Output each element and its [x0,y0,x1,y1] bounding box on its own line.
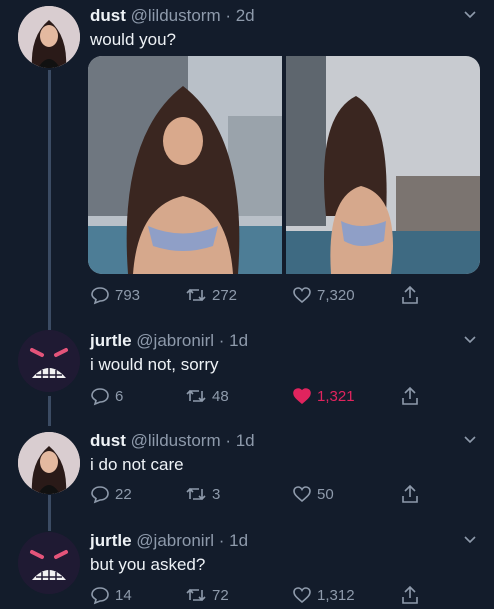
tweet-text: would you? [90,30,177,49]
reply-button[interactable]: 6 [90,386,123,406]
reply-button[interactable]: 22 [90,484,132,504]
reply-count: 6 [115,387,124,405]
like-button[interactable]: 50 [292,484,334,504]
heart-icon [293,587,311,604]
tweet[interactable]: dust @lildustorm · 2d would you? 793 272… [0,0,494,320]
like-count: 1,312 [317,586,355,604]
share-icon [402,484,418,503]
share-button[interactable] [400,484,420,504]
reply-count: 793 [115,286,141,304]
like-count: 50 [317,485,334,503]
avatar[interactable] [18,6,80,68]
retweet-button[interactable]: 48 [185,386,229,406]
retweet-button[interactable]: 272 [185,285,237,305]
retweet-count: 48 [212,387,229,405]
avatar[interactable] [18,532,80,594]
tweet-text: but you asked? [90,555,206,574]
display-name[interactable]: jurtle [90,331,132,350]
share-icon [402,585,418,604]
reply-button[interactable]: 14 [90,585,132,605]
tweet-media[interactable] [88,56,480,274]
avatar[interactable] [18,432,80,494]
display-name[interactable]: dust [90,431,126,450]
tweet-text: i do not care [90,455,184,474]
handle-and-time[interactable]: @jabronirl · 1d [136,531,248,550]
chevron-down-icon[interactable] [464,533,476,545]
handle-and-time[interactable]: @lildustorm · 1d [131,431,255,450]
share-icon [402,386,418,405]
reply-bubble-icon [91,287,109,305]
reply-bubble-icon [91,388,109,406]
reply-bubble-icon [91,587,109,605]
reply-bubble-icon [91,486,109,504]
chevron-down-icon[interactable] [464,433,476,445]
share-button[interactable] [400,386,420,406]
tweet[interactable]: jurtle @jabronirl · 1d but you asked? 14… [0,525,494,605]
chevron-down-icon[interactable] [464,8,476,20]
heart-icon [293,388,311,405]
retweet-icon [186,588,206,602]
display-name[interactable]: jurtle [90,531,132,550]
like-button[interactable]: 1,321 [292,386,355,406]
reply-count: 14 [115,586,132,604]
retweet-icon [186,487,206,501]
tweet[interactable]: dust @lildustorm · 1d i do not care 22 3… [0,425,494,525]
angry-face-icon [18,532,80,594]
like-button[interactable]: 7,320 [292,285,355,305]
retweet-button[interactable]: 72 [185,585,229,605]
share-icon [402,285,418,304]
angry-face-icon [18,330,80,392]
tweet[interactable]: jurtle @jabronirl · 1d i would not, sorr… [0,325,494,425]
retweet-count: 3 [212,485,221,503]
chevron-down-icon[interactable] [464,333,476,345]
retweet-icon [186,288,206,302]
like-button[interactable]: 1,312 [292,585,355,605]
handle-and-time[interactable]: @jabronirl · 1d [136,331,248,350]
tweet-text: i would not, sorry [90,355,219,374]
like-count: 7,320 [317,286,355,304]
media-image[interactable] [88,56,282,274]
like-count: 1,321 [317,387,355,405]
retweet-icon [186,389,206,403]
retweet-count: 72 [212,586,229,604]
heart-icon [293,287,311,304]
share-button[interactable] [400,585,420,605]
heart-icon [293,486,311,503]
handle-and-time[interactable]: @lildustorm · 2d [131,6,255,25]
reply-count: 22 [115,485,132,503]
display-name[interactable]: dust [90,6,126,25]
reply-button[interactable]: 793 [90,285,140,305]
media-image[interactable] [286,56,480,274]
retweet-count: 272 [212,286,238,304]
share-button[interactable] [400,285,420,305]
avatar[interactable] [18,330,80,392]
retweet-button[interactable]: 3 [185,484,220,504]
